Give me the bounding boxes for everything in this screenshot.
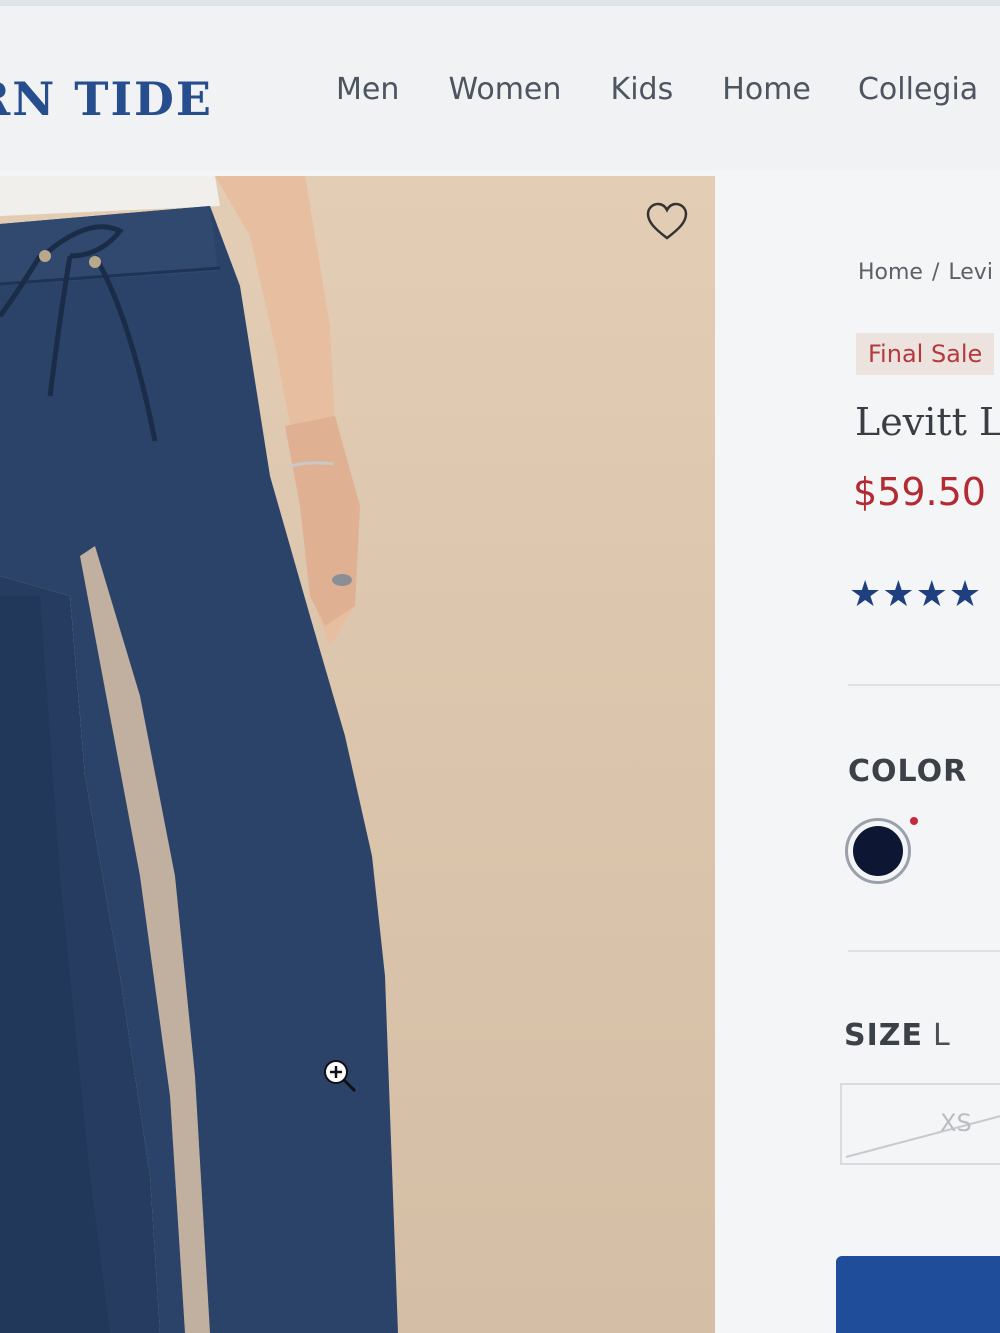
rating-stars[interactable]: ★★★★: [849, 575, 982, 615]
color-swatch-navy[interactable]: [845, 818, 911, 884]
breadcrumb-home[interactable]: Home: [858, 260, 923, 285]
color-label: COLOR: [848, 754, 968, 789]
wishlist-heart-icon[interactable]: [645, 200, 689, 244]
breadcrumb: Home / Levi: [858, 260, 993, 285]
site-header: RN TIDE Men Women Kids Home Collegia: [0, 6, 1000, 170]
zoom-in-cursor-icon: [322, 1058, 358, 1094]
unavailable-strike: [845, 1115, 1000, 1158]
star-icon: ★: [948, 574, 982, 615]
swatch-fill: [853, 826, 903, 876]
star-icon: ★: [849, 574, 882, 615]
size-label-text: SIZE: [844, 1018, 924, 1053]
star-icon: ★: [882, 574, 915, 615]
selected-indicator-dot: [910, 817, 918, 825]
size-option-xs[interactable]: XS: [840, 1083, 1000, 1165]
product-photo-illustration: [0, 176, 398, 1333]
selected-size-value: L: [933, 1018, 951, 1053]
nav-item-men[interactable]: Men: [336, 72, 399, 107]
screen: RN TIDE Men Women Kids Home Collegia: [0, 0, 1000, 1333]
brand-logo[interactable]: RN TIDE: [0, 72, 213, 126]
size-option-label: XS: [940, 1109, 972, 1137]
divider: [848, 684, 1000, 686]
breadcrumb-separator: /: [931, 260, 940, 285]
star-icon: ★: [915, 574, 948, 615]
main-nav: Men Women Kids Home Collegia: [336, 72, 1000, 107]
size-label: SIZE L: [844, 1018, 951, 1053]
nav-item-kids[interactable]: Kids: [611, 72, 674, 107]
nav-item-home[interactable]: Home: [722, 72, 811, 107]
add-to-bag-button[interactable]: [836, 1256, 1000, 1333]
product-title: Levitt L: [855, 400, 1000, 444]
breadcrumb-current[interactable]: Levi: [948, 260, 993, 285]
nav-item-collegiate[interactable]: Collegia: [858, 72, 978, 107]
divider: [848, 950, 1000, 952]
final-sale-badge: Final Sale: [856, 333, 995, 375]
product-price: $59.50: [853, 470, 986, 514]
nav-item-women[interactable]: Women: [448, 72, 561, 107]
product-image[interactable]: [0, 176, 715, 1333]
